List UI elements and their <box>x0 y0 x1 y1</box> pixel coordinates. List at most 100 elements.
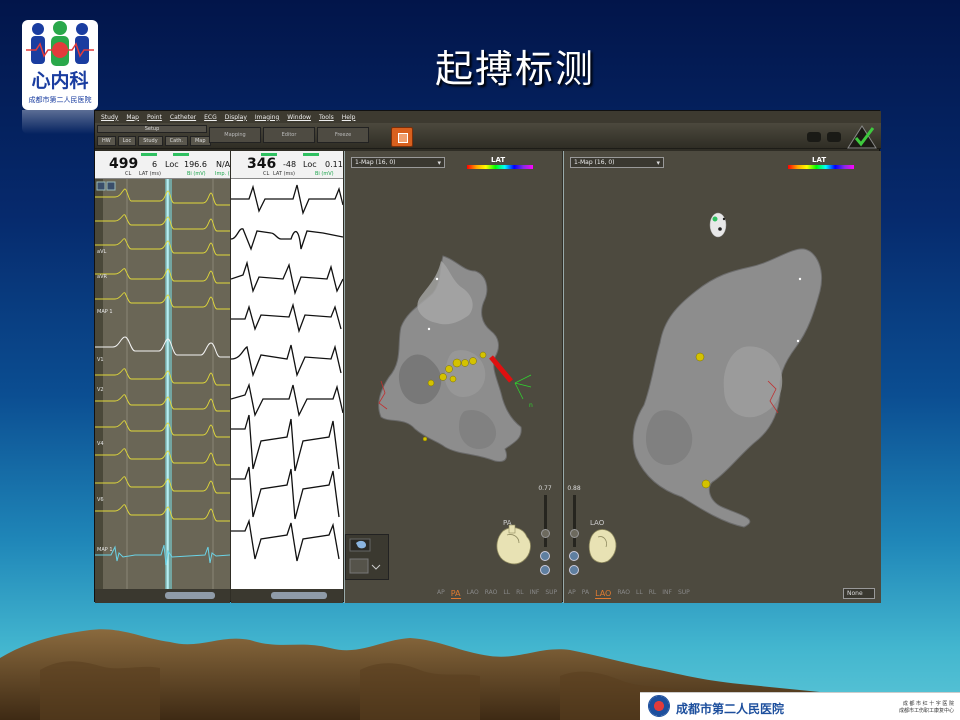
orientation-label-lao: LAO <box>590 519 605 527</box>
channel-label-v1: V1 <box>97 357 104 363</box>
slider-knob-right[interactable] <box>569 529 579 538</box>
view-tab-rao-left[interactable]: RAO <box>485 589 498 599</box>
heart-map-pa[interactable]: n <box>345 171 563 571</box>
slider-reset-button-right[interactable] <box>569 565 579 575</box>
channel-label-avr: aVR <box>97 274 107 280</box>
slider-value-left: 0.77 <box>538 485 552 492</box>
cl-value: 499 <box>109 156 139 172</box>
map-button[interactable]: Map <box>189 136 211 146</box>
map-pane-pa: 1-Map (16, 0) LAT n <box>344 151 562 603</box>
cath-button[interactable]: Cath. <box>164 136 188 146</box>
toolbar-right <box>807 125 877 149</box>
view-tab-rao-right[interactable]: RAO <box>617 589 630 599</box>
menu-imaging[interactable]: Imaging <box>255 114 279 121</box>
map-select-left[interactable]: 1-Map (16, 0) <box>351 157 445 168</box>
view-tab-sup-right[interactable]: SUP <box>678 589 690 599</box>
footer-subtitle: 成 都 市 红 十 字 医 院 成都市工伤职工康复中心 <box>899 701 954 715</box>
view-tab-inf-left[interactable]: INF <box>530 589 540 599</box>
orientation-label-pa: PA <box>503 519 512 527</box>
none-select[interactable]: None <box>843 588 875 599</box>
view-tab-lao-right[interactable]: LAO <box>595 589 612 599</box>
ecg-lat-label: LAT (ms) <box>273 171 295 177</box>
loc-button[interactable]: Loc <box>117 136 137 146</box>
view-tab-ll-right[interactable]: LL <box>636 589 643 599</box>
view-tab-rl-left[interactable]: RL <box>516 589 524 599</box>
mapping-button[interactable]: Mapping <box>209 127 261 143</box>
imp-label: Imp. ( <box>215 171 230 177</box>
channel-label-map1: MAP 1 <box>97 309 113 315</box>
menu-bar: Study Map Point Catheter ECG Display Ima… <box>95 111 881 123</box>
transparency-slider-right[interactable]: 0.88 <box>566 485 582 585</box>
map-select-right[interactable]: 1-Map (16, 0) <box>570 157 664 168</box>
view-tab-inf-right[interactable]: INF <box>662 589 672 599</box>
slide-title: 起搏标测 <box>434 47 595 91</box>
view-tab-ll-left[interactable]: LL <box>503 589 510 599</box>
logo-reflection <box>22 110 98 134</box>
freeze-button[interactable]: Freeze <box>317 127 369 143</box>
logo-hospital-name: 成都市第二人民医院 <box>28 96 92 104</box>
orientation-heart-icon-lao[interactable] <box>586 523 620 567</box>
menu-catheter[interactable]: Catheter <box>170 114 196 121</box>
svg-text:n: n <box>529 402 533 409</box>
menu-study[interactable]: Study <box>101 114 118 121</box>
channel-label-v6: V6 <box>97 497 104 503</box>
menu-help[interactable]: Help <box>342 114 356 121</box>
menu-tools[interactable]: Tools <box>319 114 334 121</box>
slider-track-right[interactable] <box>569 495 579 547</box>
bi-value: 196.6 <box>184 160 207 169</box>
loc-label: Loc <box>165 160 179 169</box>
ecg-cl-label: CL <box>263 171 270 177</box>
menu-map[interactable]: Map <box>126 114 139 121</box>
slider-down-button-right[interactable] <box>569 551 579 561</box>
view-tab-pa-right[interactable]: PA <box>582 589 589 599</box>
menu-point[interactable]: Point <box>147 114 162 121</box>
mode-buttons: Mapping Editor Freeze <box>209 127 369 143</box>
view-tab-ap-right[interactable]: AP <box>568 589 576 599</box>
view-tab-ap-left[interactable]: AP <box>437 589 445 599</box>
toolbar-buttons: HW Loc Study Cath. Map <box>97 136 211 146</box>
signal-traces[interactable]: aVL aVR MAP 1 V1 V2 V4 V6 MAP 1 <box>95 179 231 589</box>
lat-color-bar-left <box>467 165 533 169</box>
slider-reset-button-left[interactable] <box>540 565 550 575</box>
slider-track-left[interactable] <box>540 495 550 547</box>
accept-check-icon[interactable] <box>847 125 877 149</box>
snapshot-button[interactable] <box>391 127 413 147</box>
ecg-traces[interactable] <box>231 179 343 589</box>
map-pane-lao: 1-Map (16, 0) LAT 0.88 <box>563 151 881 603</box>
hw-button[interactable]: HW <box>97 136 116 146</box>
view-tab-lao-left[interactable]: LAO <box>467 589 479 599</box>
camera-icon[interactable] <box>827 132 841 142</box>
study-button[interactable]: Study <box>138 136 163 146</box>
view-tab-pa-left[interactable]: PA <box>450 589 461 599</box>
setup-button[interactable]: Setup <box>97 125 207 133</box>
channel-label-map1-bottom: MAP 1 <box>97 547 113 553</box>
footer-bar: 成都市第二人民医院 成 都 市 红 十 字 医 院 成都市工伤职工康复中心 <box>640 692 960 720</box>
channel-label-v4: V4 <box>97 441 104 447</box>
record-icon[interactable] <box>807 132 821 142</box>
map-tool-palette[interactable] <box>345 534 389 580</box>
signals-scroll-thumb[interactable] <box>165 592 215 599</box>
slider-knob-left[interactable] <box>540 529 550 538</box>
orientation-heart-icon-pa[interactable] <box>493 521 537 567</box>
menu-display[interactable]: Display <box>225 114 247 121</box>
view-tabs-left: AP PA LAO RAO LL RL INF SUP <box>345 589 562 599</box>
ecg-scroll-thumb[interactable] <box>271 592 327 599</box>
ecg-bi-value: 0.11 <box>325 160 343 169</box>
hospital-logo: 心内科 成都市第二人民医院 <box>22 20 98 110</box>
lat-label: LAT (ms) <box>139 171 161 177</box>
hospital-emblem-icon <box>648 695 670 717</box>
editor-button[interactable]: Editor <box>263 127 315 143</box>
slider-value-right: 0.88 <box>567 485 581 492</box>
ecg-cl-value: 346 <box>247 156 277 172</box>
cl-label: CL <box>125 171 132 177</box>
menu-ecg[interactable]: ECG <box>204 114 217 121</box>
view-tabs-right: AP PA LAO RAO LL RL INF SUP <box>564 589 881 599</box>
view-tab-rl-right[interactable]: RL <box>649 589 657 599</box>
logo-people-icon <box>26 21 94 66</box>
slider-down-button-left[interactable] <box>540 551 550 561</box>
view-tab-sup-left[interactable]: SUP <box>545 589 557 599</box>
loc-indicator-bar <box>173 153 189 156</box>
heart-map-lao[interactable] <box>564 171 882 571</box>
menu-window[interactable]: Window <box>287 114 311 121</box>
transparency-slider-left[interactable]: 0.77 <box>537 485 553 585</box>
